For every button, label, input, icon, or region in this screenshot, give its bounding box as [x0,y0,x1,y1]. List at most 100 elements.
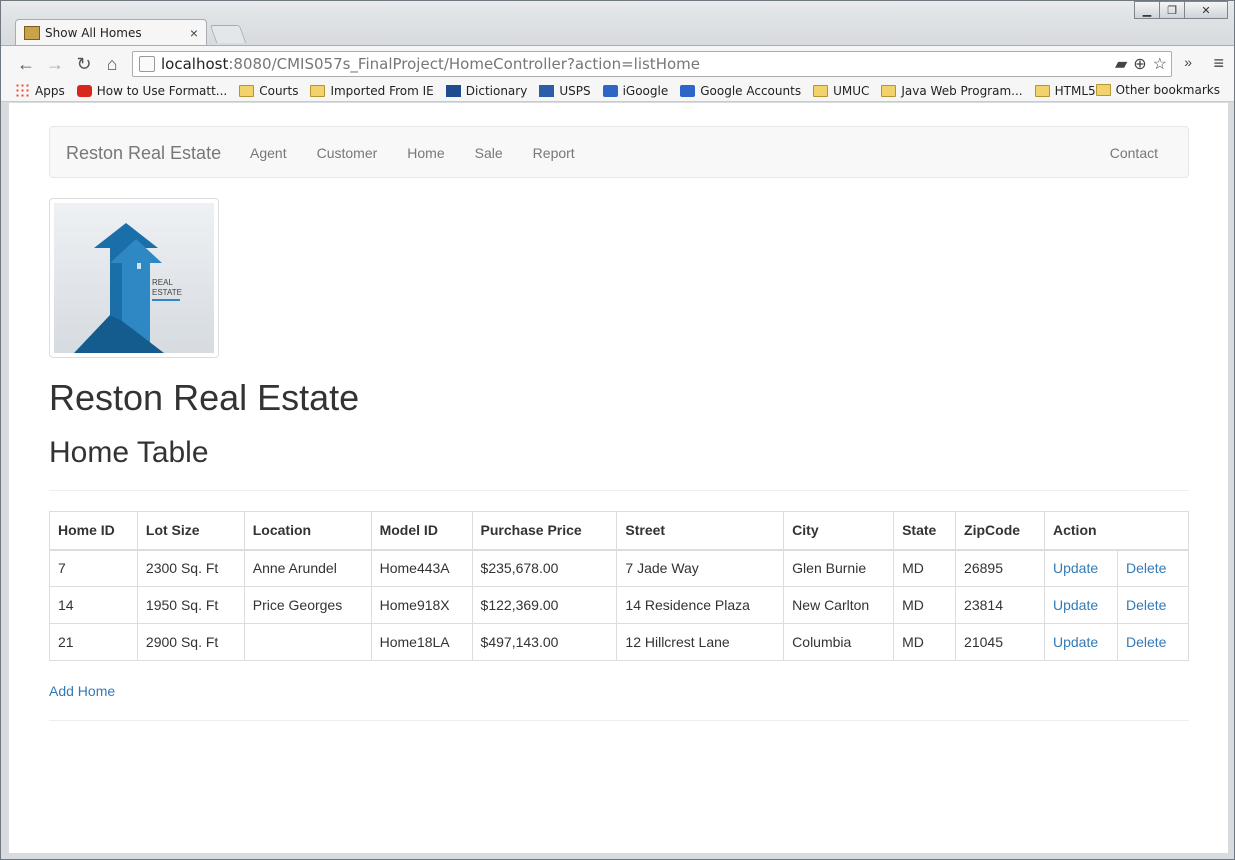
table-header-row: Home ID Lot Size Location Model ID Purch… [49,511,1189,551]
bookmark-usps[interactable]: USPS [539,84,591,98]
update-link[interactable]: Update [1053,634,1098,650]
tab-show-all-homes[interactable]: Show All Homes × [15,19,207,46]
bookmark-dictionary[interactable]: Dictionary [445,84,527,98]
cell-update: Update [1044,549,1118,587]
add-home-link[interactable]: Add Home [49,683,115,699]
cell-purchase-price: $122,369.00 [471,586,618,624]
close-window-icon[interactable]: ✕ [1184,1,1228,19]
nav-contact[interactable]: Contact [1110,145,1158,161]
header-state: State [893,511,957,551]
forward-arrow-icon[interactable]: → [44,53,66,75]
cell-update: Update [1044,586,1118,624]
address-bar[interactable]: localhost:8080/CMIS057s_FinalProject/Hom… [132,51,1172,77]
usps-icon [539,84,555,97]
page-info-icon[interactable] [139,56,155,72]
cell-purchase-price: $235,678.00 [471,549,618,587]
cast-icon[interactable]: ▰ [1115,54,1127,74]
header-home-id: Home ID [49,511,138,551]
nav-agent[interactable]: Agent [250,145,287,161]
table-row: 7 2300 Sq. Ft Anne Arundel Home443A $235… [49,549,1190,587]
cell-lot-size: 2900 Sq. Ft [136,623,245,661]
browser-window: Show All Homes × ▁ ❐ ✕ ← → ↻ ⌂ localhost… [0,0,1235,860]
bookmark-courts[interactable]: Courts [239,84,298,98]
zoom-icon[interactable]: ⊕ [1133,54,1146,74]
delete-link[interactable]: Delete [1126,560,1166,576]
cell-delete: Delete [1116,586,1190,624]
star-icon[interactable]: ☆ [1153,54,1167,74]
page-title: Reston Real Estate [49,377,360,418]
bookmark-umuc[interactable]: UMUC [813,84,869,98]
logo-thumbnail: REAL ESTATE [49,198,219,358]
home-icon[interactable]: ⌂ [101,53,123,75]
header-purchase-price: Purchase Price [471,511,618,551]
home-table: Home ID Lot Size Location Model ID Purch… [49,511,1190,661]
folder-icon [239,84,255,97]
logo-text-real: REAL [152,278,173,287]
dictionary-icon [445,84,461,97]
cell-state: MD [893,586,957,624]
cell-model-id: Home18LA [370,623,473,661]
close-tab-icon[interactable]: × [190,25,198,41]
cell-lot-size: 1950 Sq. Ft [136,586,245,624]
table-row: 14 1950 Sq. Ft Price Georges Home918X $1… [49,586,1190,624]
cell-update: Update [1044,623,1118,661]
red-icon [76,84,92,97]
bookmark-html5[interactable]: HTML5 [1034,84,1096,98]
cell-purchase-price: $497,143.00 [471,623,618,661]
reload-icon[interactable]: ↻ [73,53,95,75]
navbar-brand[interactable]: Reston Real Estate [66,143,221,164]
google-icon [680,84,696,97]
header-street: Street [616,511,785,551]
header-lot-size: Lot Size [136,511,245,551]
header-model-id: Model ID [370,511,473,551]
bookmark-how-to-use-formatt[interactable]: How to Use Formatt... [76,84,227,98]
cell-home-id: 7 [49,549,138,587]
header-location: Location [243,511,372,551]
nav-report[interactable]: Report [533,145,575,161]
header-zipcode: ZipCode [955,511,1045,551]
folder-icon [881,84,897,97]
nav-sale[interactable]: Sale [475,145,503,161]
header-action: Action [1044,511,1189,551]
apps-icon [15,83,30,98]
cell-zipcode: 23814 [955,586,1045,624]
cell-state: MD [893,623,957,661]
logo-text-estate: ESTATE [152,288,182,297]
update-link[interactable]: Update [1053,560,1098,576]
bookmark-google-accounts[interactable]: Google Accounts [680,84,801,98]
bookmark-java-web-program[interactable]: Java Web Program... [881,84,1023,98]
folder-icon [310,84,326,97]
bookmark-imported-from-ie[interactable]: Imported From IE [310,84,434,98]
minimize-icon[interactable]: ▁ [1134,1,1160,19]
cell-zipcode: 26895 [955,549,1045,587]
delete-link[interactable]: Delete [1126,634,1166,650]
bookmark-igoogle[interactable]: iGoogle [602,84,668,98]
tab-title: Show All Homes [45,26,142,40]
menu-icon[interactable]: ≡ [1213,53,1224,74]
cell-location [243,623,372,661]
url-text: localhost:8080/CMIS057s_FinalProject/Hom… [161,55,700,73]
bookmark-apps[interactable]: Apps [15,83,65,98]
table-row: 21 2900 Sq. Ft Home18LA $497,143.00 12 H… [49,623,1190,661]
cell-lot-size: 2300 Sq. Ft [136,549,245,587]
cell-street: 12 Hillcrest Lane [616,623,785,661]
divider [49,720,1189,721]
other-bookmarks[interactable]: Other bookmarks [1095,83,1220,97]
header-city: City [783,511,895,551]
nav-customer[interactable]: Customer [317,145,378,161]
window-controls: ▁ ❐ ✕ [1134,1,1228,19]
extensions-chevron-icon[interactable]: » [1184,54,1192,70]
update-link[interactable]: Update [1053,597,1098,613]
delete-link[interactable]: Delete [1126,597,1166,613]
page-favicon-icon [24,26,40,40]
restore-icon[interactable]: ❐ [1159,1,1185,19]
cell-delete: Delete [1116,623,1190,661]
divider [49,490,1189,491]
cell-city: Columbia [783,623,895,661]
real-estate-logo: REAL ESTATE [54,203,214,353]
nav-home[interactable]: Home [407,145,444,161]
new-tab-button[interactable] [209,25,247,43]
folder-icon [1034,84,1050,97]
back-arrow-icon[interactable]: ← [15,53,37,75]
cell-home-id: 21 [49,623,138,661]
